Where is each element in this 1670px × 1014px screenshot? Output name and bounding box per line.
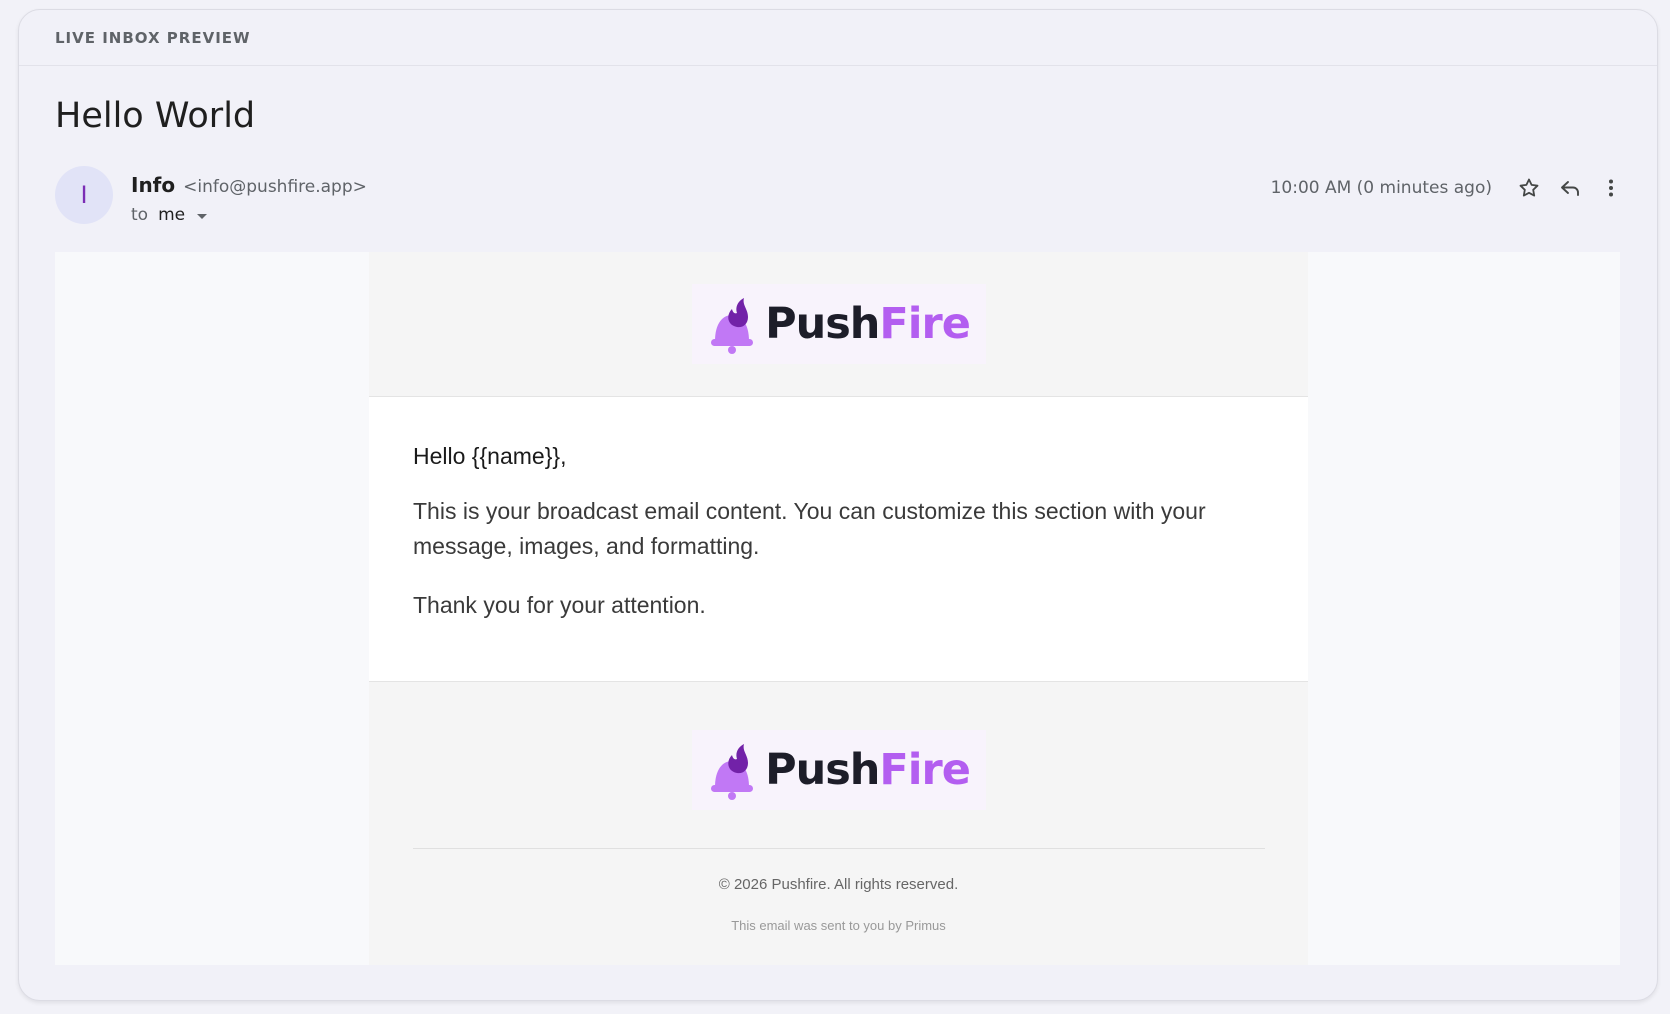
sender-name: Info (131, 173, 176, 197)
email-greeting: Hello {{name}}, (413, 443, 567, 469)
pushfire-logo-footer: PushFire (691, 730, 986, 810)
email-subject: Hello World (55, 96, 256, 136)
more-options-button[interactable] (1593, 170, 1629, 206)
copyright-text: © 2026 Pushfire. All rights reserved. (718, 876, 959, 893)
star-button[interactable] (1511, 170, 1547, 206)
pushfire-logo-header: PushFire (691, 284, 986, 364)
star-icon (1519, 178, 1539, 197)
reply-button[interactable] (1552, 170, 1588, 206)
bell-flame-icon (711, 298, 754, 354)
message-meta: 10:00 AM (0 minutes ago) (1271, 170, 1629, 206)
email-frame: PushFire Hello {{name}}, This is your br… (55, 252, 1620, 965)
email-header: PushFire (369, 252, 1308, 397)
reply-icon (1561, 181, 1579, 196)
timestamp: 10:00 AM (0 minutes ago) (1270, 178, 1492, 198)
sent-by-text: This email was sent to you by Primus (731, 918, 946, 933)
email-footer: PushFire © 2026 Pushfire. All rights res… (369, 681, 1308, 965)
logo-wordmark: PushFire (765, 745, 971, 795)
inbox-preview-card: LIVE INBOX PREVIEW Hello World I Info <i… (18, 9, 1658, 1001)
email-body-text: This is your broadcast email content. Yo… (413, 498, 1206, 559)
card-header-title: LIVE INBOX PREVIEW (55, 28, 251, 47)
email-body: Hello {{name}}, This is your broadcast e… (369, 397, 1308, 681)
sender-line: Info <info@pushfire.app> (131, 173, 367, 197)
chevron-down-icon[interactable] (197, 213, 208, 219)
footer-divider (412, 848, 1265, 849)
recipient-name: me (158, 205, 186, 225)
logo-wordmark: PushFire (765, 299, 971, 349)
bell-flame-icon (711, 744, 754, 800)
email-closing: Thank you for your attention. (413, 592, 706, 618)
avatar: I (55, 166, 113, 224)
more-vert-icon (1609, 179, 1613, 197)
email-content: PushFire Hello {{name}}, This is your br… (369, 252, 1308, 965)
to-label: to (131, 205, 149, 225)
card-header: LIVE INBOX PREVIEW (19, 10, 1657, 66)
sender-email: <info@pushfire.app> (183, 177, 367, 197)
recipient-toggle[interactable]: to me (131, 205, 208, 225)
